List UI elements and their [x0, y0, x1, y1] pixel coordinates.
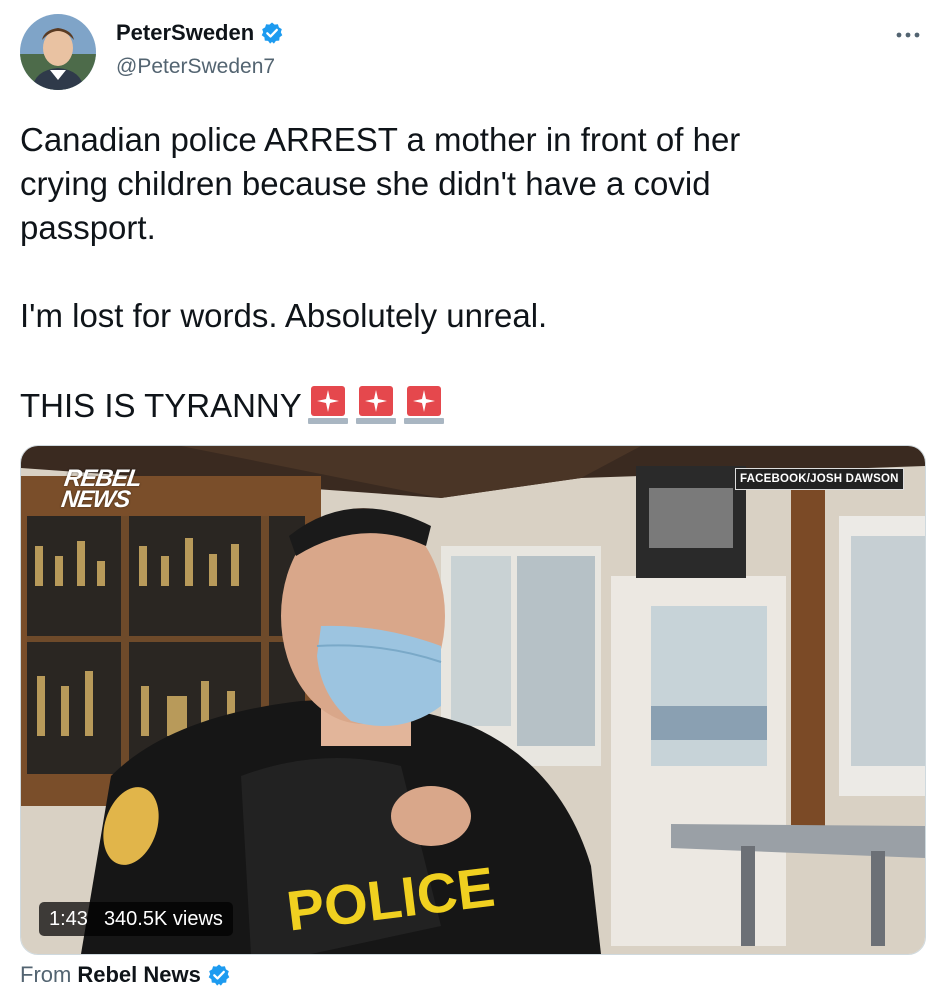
video-duration: 1:43	[49, 907, 88, 930]
source-prefix: From	[20, 962, 72, 987]
more-options-icon[interactable]	[888, 20, 928, 50]
tweet-text-line-emoji: THIS IS TYRANNY	[20, 382, 920, 428]
video-credit: FACEBOOK/JOSH DAWSON	[735, 468, 904, 490]
tweet-text: Canadian police ARREST a mother in front…	[20, 118, 920, 428]
video-frame-image: POLICE	[21, 446, 925, 954]
author-avatar[interactable]	[20, 14, 96, 90]
police-car-light-icon	[306, 382, 350, 426]
tweet-text-line: crying children because she didn't have …	[20, 165, 711, 202]
tweet-text-line: I'm lost for words. Absolutely unreal.	[20, 297, 548, 334]
police-car-light-icon	[402, 382, 446, 426]
tweet-text-line: passport.	[20, 209, 156, 246]
video-stats-badge: 1:43 340.5K views	[39, 902, 233, 936]
police-car-light-icon	[354, 382, 398, 426]
source-name-link[interactable]: Rebel News	[77, 962, 201, 988]
author-display-name[interactable]: PeterSweden	[116, 20, 254, 46]
author-handle[interactable]: @PeterSweden7	[116, 55, 275, 79]
author-name-row: PeterSweden	[116, 20, 284, 46]
video-views: 340.5K views	[103, 907, 223, 930]
rebel-news-logo: REBEL NEWS	[59, 465, 143, 513]
source-attribution: From Rebel News	[20, 962, 231, 988]
verified-badge-icon	[207, 963, 231, 987]
verified-badge-icon	[260, 21, 284, 45]
tweet-card: PeterSweden @PeterSweden7 Canadian polic…	[0, 0, 944, 1000]
tweet-text-line: Canadian police ARREST a mother in front…	[20, 121, 741, 158]
video-player[interactable]: POLICE REBEL NEWS FACEBOOK/JOSH DAWSON 1…	[20, 445, 926, 955]
rebel-news-logo-line2: NEWS	[59, 486, 132, 513]
tweet-text-tyranny: THIS IS TYRANNY	[20, 387, 302, 424]
